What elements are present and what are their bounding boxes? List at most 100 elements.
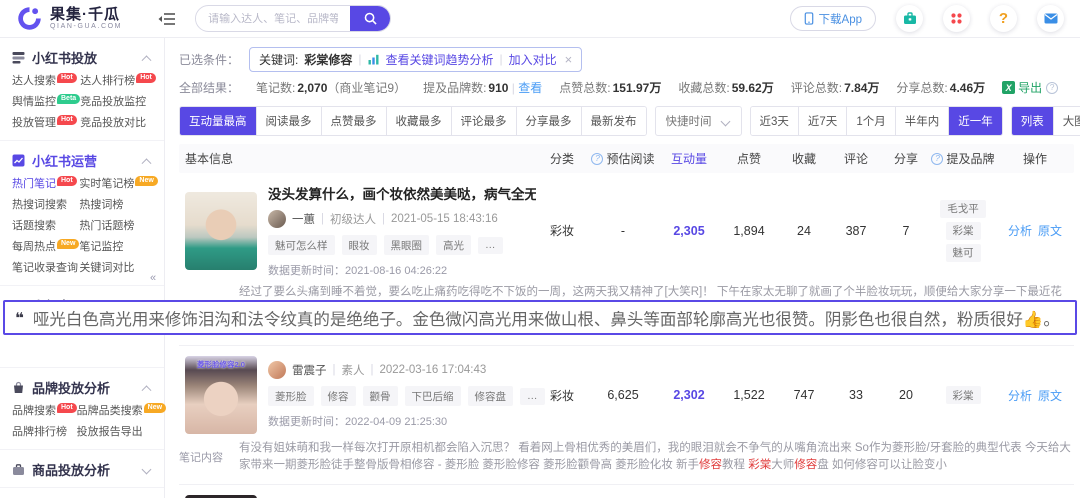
sidebar-item-brand-ranking[interactable]: 品牌排行榜	[12, 422, 77, 443]
time-tab-3d[interactable]: 近3天	[750, 107, 799, 135]
analyze-link[interactable]: 分析	[1008, 224, 1032, 238]
view-brands-link[interactable]: 查看	[518, 81, 542, 95]
sidebar-item-daren-ranking[interactable]: 达人排行榜 Hot	[80, 71, 156, 92]
info-icon[interactable]: ?	[1046, 81, 1059, 94]
note-title[interactable]: 没头发算什么，画个妆依然美美哒，病气全无	[268, 183, 536, 203]
download-app-button[interactable]: 下载App	[789, 6, 876, 31]
sidebar-item-topic-search[interactable]: 话题搜索	[12, 216, 79, 237]
trend-analysis-icon	[368, 54, 378, 64]
original-link[interactable]: 原文	[1038, 389, 1062, 403]
messages-button[interactable]	[1037, 5, 1064, 32]
note-tag[interactable]: 魅可怎么样	[268, 235, 335, 255]
author-avatar[interactable]	[268, 210, 286, 228]
sidebar-item-yuqing-monitor[interactable]: 舆情监控 Beta	[12, 92, 81, 113]
section-title-label: 小红书运营	[32, 153, 98, 169]
sidebar-section-title-toufang[interactable]: 小红书投放	[12, 45, 152, 69]
note-tag[interactable]: 修容盘	[467, 386, 513, 406]
sort-tab-shares[interactable]: 分享最多	[516, 107, 582, 135]
author-avatar[interactable]	[268, 361, 286, 379]
hot-badge: Hot	[57, 175, 77, 186]
note-tag[interactable]: 眼妆	[341, 235, 377, 255]
brand-tag[interactable]: 彩棠	[945, 386, 981, 404]
view-keyword-trend-link[interactable]: 查看关键词趋势分析	[386, 51, 494, 68]
analyze-link[interactable]: 分析	[1008, 389, 1032, 403]
note-tag[interactable]: 高光	[436, 235, 471, 255]
sidebar-item-hot-word-search[interactable]: 热搜词搜索	[12, 195, 79, 216]
quick-time-select[interactable]: 快捷时间	[654, 106, 742, 136]
brand-tag[interactable]: 毛戈平	[940, 199, 986, 218]
sort-tab-newest[interactable]: 最新发布	[581, 107, 646, 135]
author-name[interactable]: 一蕙	[292, 211, 315, 227]
help-button[interactable]: ?	[990, 5, 1017, 32]
sidebar-section-xhs-toufang: 小红书投放 达人搜索 Hot 达人排行榜 Hot 舆情监控 Beta 竞品投放监控 投…	[0, 38, 164, 141]
col-brands[interactable]: ? 提及品牌	[930, 150, 996, 167]
time-tab-7d[interactable]: 近7天	[798, 107, 848, 135]
brand-tag[interactable]: 魅可	[945, 243, 981, 262]
sidebar-section-title-brand[interactable]: 品牌投放分析	[12, 375, 152, 399]
author-name[interactable]: 雷震子	[292, 362, 327, 378]
time-tab-1m[interactable]: 1个月	[847, 107, 896, 135]
col-shares[interactable]: 分享	[882, 150, 930, 167]
menu-collapse-icon[interactable]	[158, 12, 176, 26]
sort-tab-comments[interactable]: 评论最多	[451, 107, 517, 135]
col-likes[interactable]: 点赞	[720, 150, 778, 167]
note-row: 冷魅蛇系妆容｜彩色眼线一样可以轻欧美 可啦啦	[179, 485, 1074, 498]
col-comments[interactable]: 评论	[830, 150, 882, 167]
sidebar-item-hot-notes[interactable]: 热门笔记 Hot	[12, 174, 79, 195]
col-interaction[interactable]: 互动量	[658, 150, 720, 167]
note-thumbnail[interactable]	[185, 191, 257, 270]
sidebar-item-hot-word-ranking[interactable]: 热搜词榜	[79, 195, 157, 216]
sort-tab-interaction[interactable]: 互动量最高	[180, 107, 257, 135]
col-category: 分类	[549, 152, 574, 166]
sidebar-item-realtime-notes[interactable]: 实时笔记榜 New	[79, 174, 158, 195]
sidebar-item-report-export[interactable]: 投放报告导出	[77, 422, 166, 443]
original-link[interactable]: 原文	[1038, 224, 1062, 238]
sidebar-item-keyword-compare[interactable]: 关键词对比	[79, 258, 157, 279]
global-search-input[interactable]	[196, 12, 351, 25]
sidebar-item-jingpin-monitor[interactable]: 竞品投放监控	[80, 92, 156, 113]
sidebar-item-jingpin-compare[interactable]: 竞品投放对比	[80, 113, 156, 134]
export-button[interactable]: X 导出?	[1002, 79, 1061, 96]
chevron-up-icon[interactable]	[141, 384, 152, 395]
note-tag[interactable]: 菱形脸	[268, 386, 314, 406]
col-est-read[interactable]: ? 预估阅读	[588, 150, 658, 167]
chevron-up-icon[interactable]	[141, 157, 152, 168]
toolbox-button[interactable]	[896, 5, 923, 32]
mentioned-brands: 彩棠	[930, 386, 996, 404]
section-title-label: 品牌投放分析	[32, 380, 111, 396]
note-tag[interactable]: 修容	[320, 386, 356, 406]
chevron-up-icon[interactable]	[141, 54, 152, 65]
sidebar-item-note-monitor[interactable]: 笔记监控	[79, 237, 157, 258]
view-tab-list[interactable]: 列表	[1011, 107, 1054, 135]
note-tag[interactable]: 下巴后缩	[404, 386, 461, 406]
sidebar-item-daren-search[interactable]: 达人搜索 Hot	[12, 71, 80, 92]
note-thumbnail[interactable]: 菱形脸修容2.0	[185, 356, 257, 434]
sidebar-item-hot-topic-ranking[interactable]: 热门话题榜	[79, 216, 157, 237]
time-tab-1y[interactable]: 近一年	[949, 107, 1002, 135]
logo[interactable]: 果集·千瓜 QIAN-GUA.COM	[16, 5, 122, 32]
close-icon[interactable]: ×	[565, 52, 573, 67]
note-tag[interactable]: …	[478, 236, 503, 254]
apps-grid-button[interactable]	[943, 5, 970, 32]
sidebar-section-title-goods[interactable]: 商品投放分析	[12, 457, 152, 481]
search-button[interactable]	[350, 6, 391, 31]
chevron-down-icon[interactable]	[141, 464, 152, 474]
time-tab-6m[interactable]: 半年内	[895, 107, 950, 135]
sidebar-item-brand-search[interactable]: 品牌搜索 Hot	[12, 401, 77, 422]
sidebar-item-weekly-hot[interactable]: 每周热点 New	[12, 237, 80, 258]
add-to-compare-link[interactable]: 加入对比	[509, 51, 557, 68]
sidebar-item-toufang-manage[interactable]: 投放管理 Hot	[12, 113, 80, 134]
view-tab-grid[interactable]: 大图	[1053, 107, 1080, 135]
sidebar-item-note-index-query[interactable]: 笔记收录查询	[12, 258, 79, 279]
col-collects[interactable]: 收藏	[778, 150, 830, 167]
brand-tag[interactable]: 彩棠	[945, 221, 981, 240]
note-tag[interactable]: 黑眼圈	[383, 235, 429, 255]
sidebar-item-brand-category-search[interactable]: 品牌品类搜索 New	[77, 401, 167, 422]
sort-tab-likes[interactable]: 点赞最多	[321, 107, 387, 135]
sort-tab-collects[interactable]: 收藏最多	[386, 107, 452, 135]
collects-value: 24	[797, 223, 811, 238]
sidebar-section-title-yunying[interactable]: 小红书运营	[12, 148, 152, 172]
sidebar-collapse-handle[interactable]: «	[150, 272, 156, 284]
note-tag[interactable]: 颧骨	[362, 386, 398, 406]
sort-tab-reads[interactable]: 阅读最多	[256, 107, 322, 135]
